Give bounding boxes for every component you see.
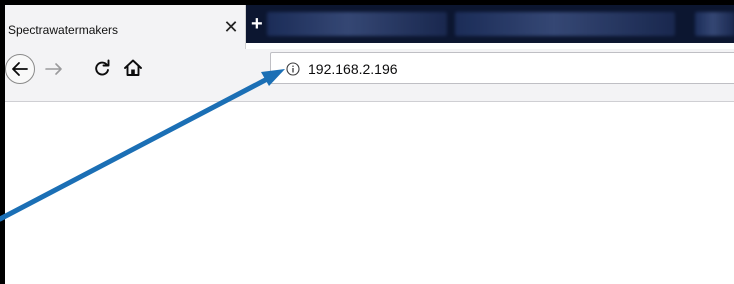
blurred-tab[interactable] [695, 12, 734, 36]
navigation-toolbar: 192.168.2.196 [5, 49, 734, 102]
address-bar[interactable]: 192.168.2.196 [270, 52, 734, 84]
forward-button[interactable] [41, 56, 67, 82]
url-text[interactable]: 192.168.2.196 [308, 61, 398, 77]
blurred-tab[interactable] [455, 12, 675, 36]
browser-window: + Spectrawatermakers ✕ 192.168.2.196 [5, 5, 734, 284]
tab-close-button[interactable]: ✕ [222, 18, 240, 36]
back-arrow-icon [12, 62, 28, 76]
reload-icon [95, 59, 110, 76]
new-tab-button[interactable]: + [251, 14, 263, 34]
tab-active[interactable]: Spectrawatermakers ✕ [5, 5, 246, 49]
blurred-tab[interactable] [267, 12, 447, 36]
home-button[interactable] [122, 57, 144, 79]
home-icon [124, 59, 142, 76]
tab-title: Spectrawatermakers [8, 23, 119, 37]
page-content [5, 102, 734, 284]
reload-button[interactable] [91, 57, 113, 79]
forward-arrow-icon [45, 63, 62, 75]
back-button[interactable] [5, 54, 35, 84]
info-icon[interactable] [286, 62, 300, 76]
